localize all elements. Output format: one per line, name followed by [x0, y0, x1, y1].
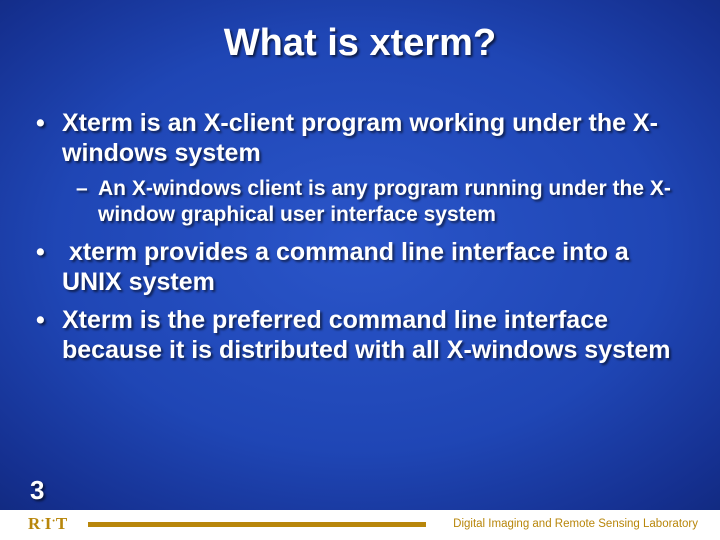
bullet-dot-icon: •	[36, 237, 62, 267]
bullet-dot-icon: •	[36, 108, 62, 138]
bullet-level-1: • Xterm is the preferred command line in…	[36, 305, 684, 365]
slide-body: • Xterm is an X-client program working u…	[36, 108, 684, 373]
bullet-text: xterm provides a command line interface …	[62, 237, 684, 297]
footer-divider	[88, 522, 426, 527]
bullet-text: An X-windows client is any program runni…	[98, 176, 684, 229]
slide: What is xterm? • Xterm is an X-client pr…	[0, 0, 720, 540]
bullet-dot-icon: •	[36, 305, 62, 335]
bullet-text: Xterm is an X-client program working und…	[62, 108, 684, 168]
slide-number: 3	[30, 475, 44, 506]
bullet-text: Xterm is the preferred command line inte…	[62, 305, 684, 365]
bullet-dash-icon: –	[76, 176, 98, 202]
logo-letter: R	[28, 514, 40, 533]
footer-lab-name: Digital Imaging and Remote Sensing Labor…	[453, 518, 698, 530]
slide-title: What is xterm?	[0, 22, 720, 65]
bullet-level-1: • xterm provides a command line interfac…	[36, 237, 684, 297]
bullet-level-2: – An X-windows client is any program run…	[76, 176, 684, 229]
logo-letter: T	[56, 514, 67, 533]
footer-bar: R•I•T Digital Imaging and Remote Sensing…	[0, 510, 720, 540]
bullet-level-1: • Xterm is an X-client program working u…	[36, 108, 684, 168]
rit-logo: R•I•T	[28, 514, 67, 534]
